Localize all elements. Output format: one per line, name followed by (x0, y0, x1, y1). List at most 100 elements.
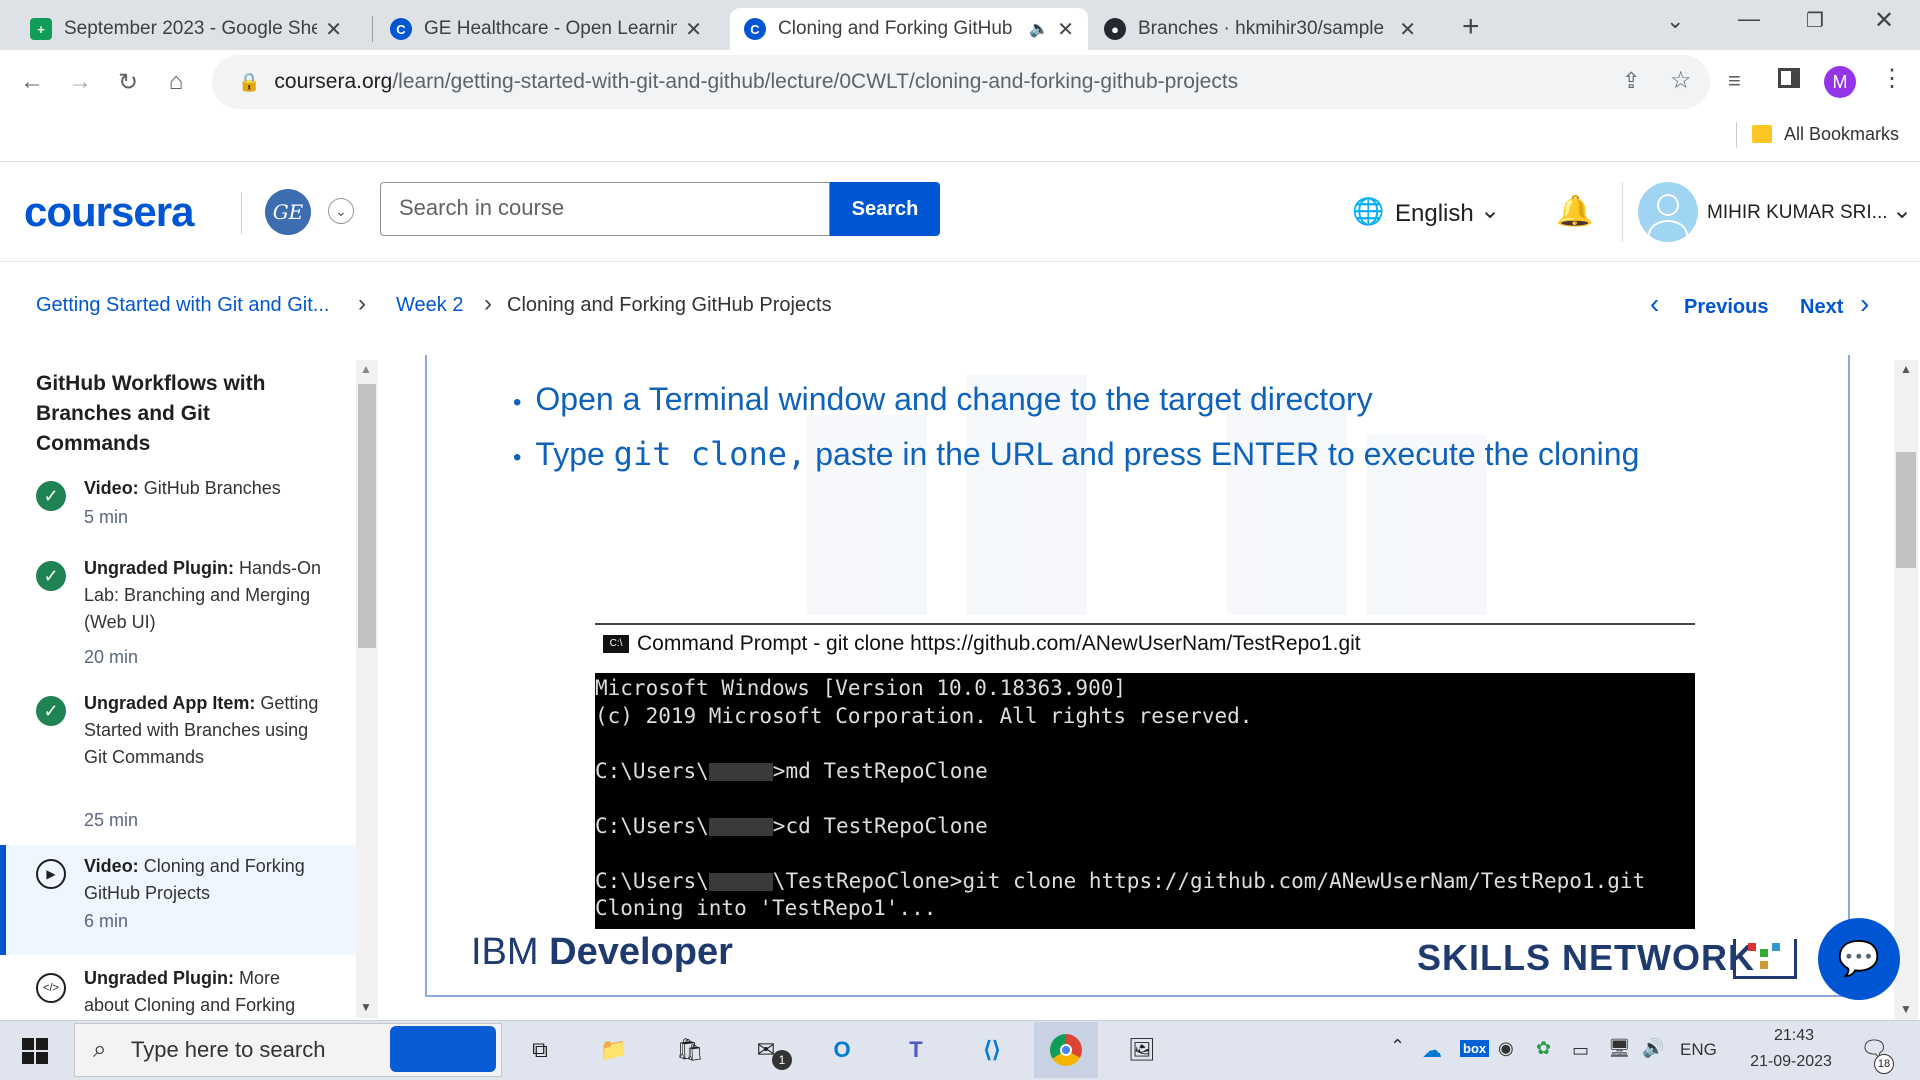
code-icon: </> (36, 973, 66, 1003)
org-switcher-chevron-icon[interactable]: ⌄ (328, 198, 354, 224)
redacted-block (708, 817, 773, 836)
item-type: Ungraded App Item: (84, 693, 256, 713)
scroll-down-arrow-icon[interactable]: ▼ (360, 1000, 372, 1014)
close-window-button[interactable]: ✕ (1874, 6, 1894, 35)
tab-cloning-forking[interactable]: C Cloning and Forking GitHub 🔈 ✕ (730, 8, 1088, 50)
share-icon[interactable]: ⇪ (1622, 68, 1640, 94)
minimize-button[interactable]: — (1738, 6, 1760, 32)
tab-ge-healthcare[interactable]: C GE Healthcare - Open Learning I ✕ (376, 8, 716, 50)
close-icon[interactable]: ✕ (325, 17, 342, 42)
box-icon[interactable]: box (1460, 1040, 1490, 1057)
scroll-up-arrow-icon[interactable]: ▲ (1900, 362, 1912, 376)
cmd-icon: C:\ (603, 635, 629, 653)
chrome-icon[interactable] (1046, 1030, 1086, 1070)
scroll-down-arrow-icon[interactable]: ▼ (1900, 1002, 1912, 1016)
home-icon[interactable]: ⌂ (156, 62, 196, 102)
previous-button[interactable]: Previous (1684, 296, 1768, 319)
side-panel-icon[interactable] (1778, 68, 1800, 88)
search-button[interactable]: Search (830, 182, 940, 236)
breadcrumb-course[interactable]: Getting Started with Git and Git... (36, 294, 329, 317)
tab-github-branches[interactable]: ● Branches · hkmihir30/sample ✕ (1090, 8, 1430, 50)
list-item[interactable]: </> Ungraded Plugin: More about Cloning … (0, 965, 356, 1020)
forward-icon[interactable]: → (60, 62, 100, 102)
video-player-slide[interactable]: • Open a Terminal window and change to th… (425, 355, 1850, 997)
battery-icon[interactable]: ▭ (1572, 1040, 1589, 1061)
chevron-right-icon[interactable]: › (1860, 288, 1869, 320)
onedrive-icon[interactable]: ☁ (1422, 1038, 1442, 1063)
language-selector[interactable]: English (1395, 200, 1474, 228)
chevron-down-icon[interactable]: ⌄ (1480, 196, 1500, 225)
slide-bullet-2: • Type git clone, paste in the URL and pr… (513, 435, 1640, 473)
photos-icon[interactable]: 🖼 (1122, 1030, 1162, 1070)
page-scrollbar-thumb[interactable] (1896, 452, 1916, 568)
bookmark-star-icon[interactable]: ☆ (1670, 66, 1692, 95)
close-icon[interactable]: ✕ (1399, 17, 1416, 42)
ge-logo[interactable]: GE (265, 189, 311, 235)
all-bookmarks-label[interactable]: All Bookmarks (1784, 124, 1899, 145)
show-hidden-icons-chevron-icon[interactable]: ⌃ (1390, 1036, 1405, 1057)
user-menu-chevron-icon[interactable]: ⌄ (1892, 196, 1912, 225)
tray-app-icon[interactable]: ✿ (1536, 1038, 1551, 1059)
breadcrumb-current: Cloning and Forking GitHub Projects (507, 294, 832, 316)
volume-icon[interactable]: 🔊 (1642, 1038, 1664, 1059)
skills-network-icon (1733, 939, 1797, 979)
teams-icon[interactable]: T (896, 1030, 936, 1070)
user-name[interactable]: MIHIR KUMAR SRI... (1707, 202, 1888, 224)
network-icon[interactable]: 🖥 (1608, 1038, 1631, 1059)
tab-search-icon[interactable]: ⌄ (1666, 8, 1684, 34)
terminal-output: Microsoft Windows [Version 10.0.18363.90… (595, 673, 1695, 929)
list-item[interactable]: ✓ Ungraded Plugin: Hands-On Lab: Branchi… (0, 555, 356, 675)
media-control-icon[interactable]: ≡ (1728, 68, 1741, 94)
clock-date[interactable]: 21-09-2023 (1736, 1053, 1846, 1071)
chat-help-button[interactable]: 💬 (1818, 918, 1900, 1000)
command-prompt-titlebar: C:\ Command Prompt - git clone https://g… (595, 623, 1695, 663)
redacted-block (708, 762, 773, 781)
next-button[interactable]: Next (1800, 296, 1843, 319)
bookmarks-bar (0, 114, 1920, 162)
outlook-icon[interactable]: O (822, 1030, 862, 1070)
vscode-icon[interactable]: ⟨⟩ (972, 1030, 1012, 1070)
close-icon[interactable]: ✕ (685, 17, 702, 42)
profile-avatar[interactable]: M (1824, 66, 1856, 98)
notifications-bell-icon[interactable]: 🔔 (1556, 194, 1593, 229)
tab-google-sheets[interactable]: + September 2023 - Google Sheets ✕ (16, 8, 356, 50)
close-icon[interactable]: ✕ (1057, 17, 1074, 42)
terminal-line: Cloning into 'TestRepo1'... (595, 896, 937, 920)
search-highlight-widget[interactable] (390, 1026, 496, 1072)
sidebar-scrollbar-thumb[interactable] (358, 384, 376, 648)
bullet-code: git clone, (613, 435, 807, 473)
list-item-current[interactable]: ▶ Video: Cloning and Forking GitHub Proj… (0, 845, 356, 955)
divider (1622, 182, 1623, 242)
breadcrumb-week[interactable]: Week 2 (396, 294, 463, 317)
windows-start-icon[interactable] (22, 1038, 48, 1064)
new-tab-button[interactable]: + (1462, 10, 1480, 44)
speaker-icon[interactable]: 🔈 (1029, 19, 1049, 39)
input-language[interactable]: ENG (1680, 1040, 1717, 1060)
list-item[interactable]: ✓ Video: GitHub Branches 5 min (0, 475, 356, 545)
ge-tray-icon[interactable]: ◉ (1498, 1038, 1514, 1059)
ibm-developer-logo: IBM Developer (471, 931, 733, 973)
terminal-line: C:\Users\ >md TestRepoClone (595, 758, 988, 783)
task-view-icon[interactable]: ⧉ (520, 1030, 560, 1070)
course-search-input[interactable]: Search in course (380, 182, 830, 236)
check-circle-icon: ✓ (36, 481, 66, 511)
back-icon[interactable]: ← (12, 62, 52, 102)
clock-time[interactable]: 21:43 (1758, 1027, 1830, 1045)
menu-kebab-icon[interactable]: ⋮ (1880, 64, 1904, 93)
microsoft-store-icon[interactable]: 🛍 (670, 1030, 710, 1070)
coursera-icon: C (744, 18, 766, 40)
url-domain: coursera.org (274, 70, 393, 93)
coursera-logo[interactable]: coursera (24, 188, 194, 236)
scroll-up-arrow-icon[interactable]: ▲ (360, 362, 372, 376)
list-item[interactable]: ✓ Ungraded App Item: Getting Started wit… (0, 690, 356, 830)
item-name: GitHub Branches (143, 478, 281, 498)
restore-button[interactable]: ❐ (1806, 8, 1824, 33)
chevron-left-icon[interactable]: ‹ (1650, 288, 1659, 320)
item-duration: 5 min (84, 507, 129, 527)
address-bar[interactable]: 🔒 coursera.org /learn/getting-started-wi… (212, 55, 1710, 109)
cmd-title: Command Prompt - git clone https://githu… (637, 632, 1361, 655)
user-avatar[interactable] (1638, 182, 1698, 242)
file-explorer-icon[interactable]: 📁 (594, 1030, 634, 1070)
reload-icon[interactable]: ↻ (108, 62, 148, 102)
search-icon: ⌕ (93, 1036, 107, 1063)
